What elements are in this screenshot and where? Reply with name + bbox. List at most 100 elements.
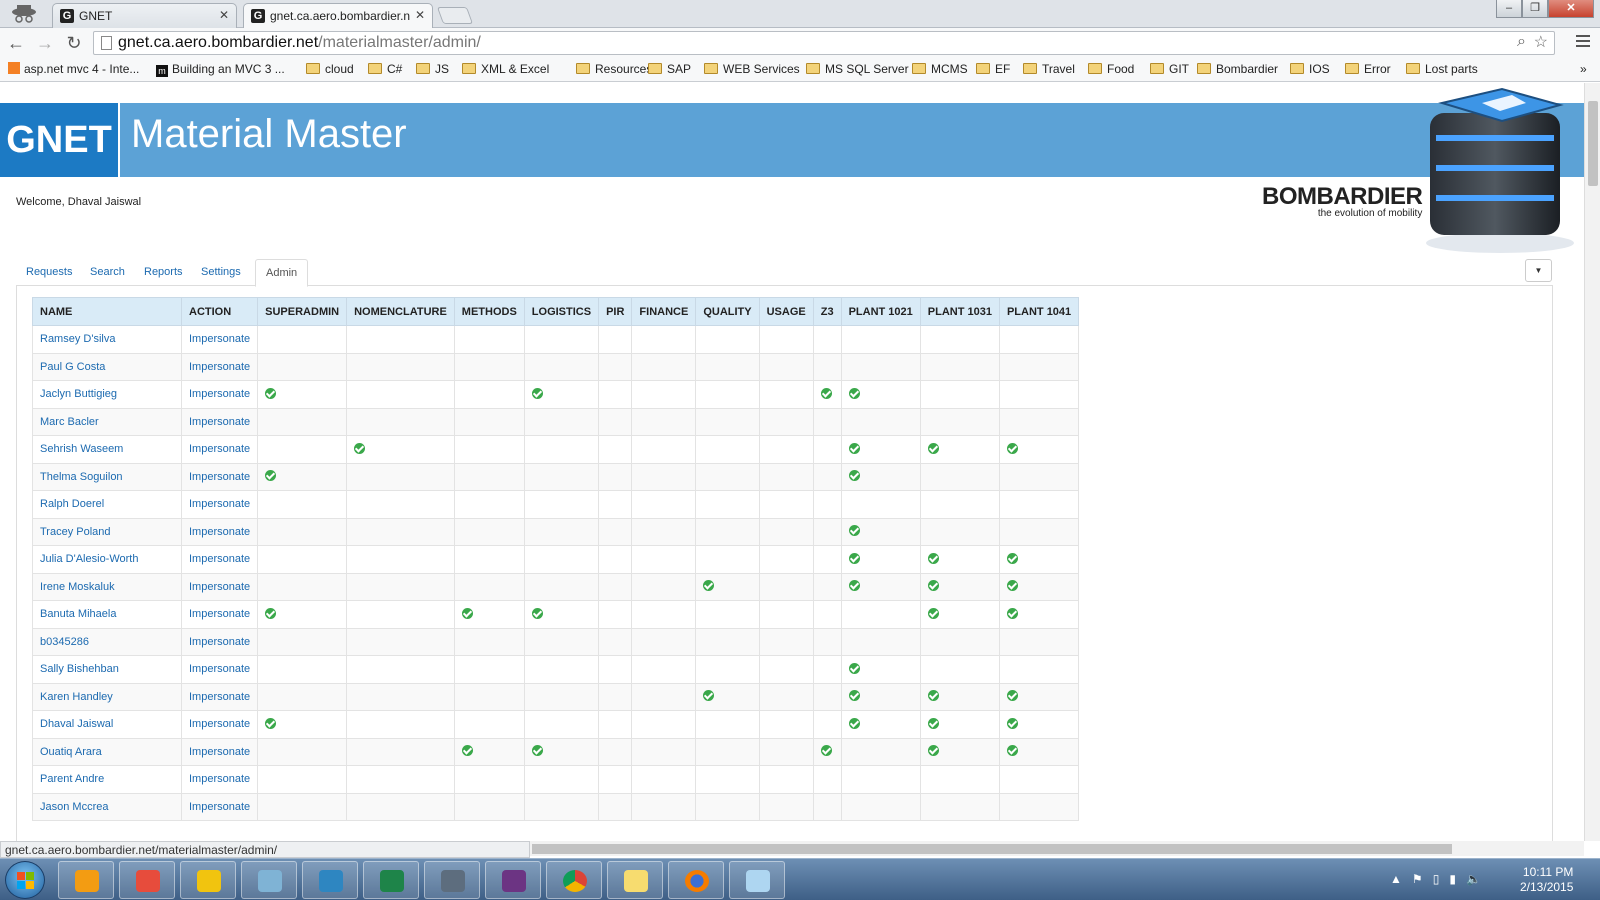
- bookmark-item[interactable]: Bombardier: [1197, 62, 1278, 76]
- windows-start-button[interactable]: [5, 861, 45, 899]
- column-header[interactable]: QUALITY: [695, 297, 760, 326]
- outlook-taskbar-button[interactable]: [180, 861, 236, 899]
- system-clock[interactable]: 10:11 PM 2/13/2015: [1520, 865, 1573, 895]
- minimize-button[interactable]: –: [1496, 0, 1522, 18]
- column-header[interactable]: PIR: [598, 297, 633, 326]
- new-tab-button[interactable]: [436, 7, 474, 24]
- impersonate-link[interactable]: Impersonate: [180, 655, 259, 684]
- bookmark-item[interactable]: Travel: [1023, 62, 1075, 76]
- bookmark-item[interactable]: cloud: [306, 62, 354, 76]
- bookmark-item[interactable]: EF: [976, 62, 1010, 76]
- column-header[interactable]: PLANT 1021: [840, 297, 921, 326]
- tab-admin[interactable]: Admin: [255, 259, 309, 287]
- close-tab-icon[interactable]: ✕: [219, 8, 229, 22]
- gnet-logo[interactable]: GNET: [0, 103, 120, 177]
- impersonate-link[interactable]: Impersonate: [180, 682, 259, 711]
- chrome-taskbar-button[interactable]: [546, 861, 602, 899]
- impersonate-link[interactable]: Impersonate: [180, 600, 259, 629]
- bookmark-item[interactable]: SAP: [648, 62, 691, 76]
- user-name-link[interactable]: b0345286: [32, 627, 182, 656]
- impersonate-link[interactable]: Impersonate: [180, 517, 259, 546]
- bookmark-item[interactable]: Lost parts: [1406, 62, 1478, 76]
- user-name-link[interactable]: Karen Handley: [32, 682, 182, 711]
- user-name-link[interactable]: Marc Bacler: [32, 407, 182, 436]
- bookmark-item[interactable]: MS SQL Server: [806, 62, 909, 76]
- flag-icon[interactable]: ⚑: [1412, 872, 1423, 886]
- excel-taskbar-button[interactable]: [363, 861, 419, 899]
- column-header[interactable]: USAGE: [758, 297, 814, 326]
- git-taskbar-button[interactable]: [119, 861, 175, 899]
- bookmark-item[interactable]: Error: [1345, 62, 1391, 76]
- column-header[interactable]: PLANT 1041: [998, 297, 1080, 326]
- column-header[interactable]: LOGISTICS: [523, 297, 600, 326]
- impersonate-link[interactable]: Impersonate: [180, 407, 259, 436]
- menu-icon[interactable]: [1576, 35, 1590, 49]
- impersonate-link[interactable]: Impersonate: [180, 435, 259, 464]
- bookmark-item[interactable]: MCMS: [912, 62, 968, 76]
- user-name-link[interactable]: Jason Mccrea: [32, 792, 182, 821]
- bookmark-item[interactable]: JS: [416, 62, 449, 76]
- user-name-link[interactable]: Ramsey D'silva: [32, 325, 182, 354]
- tools-taskbar-button[interactable]: [424, 861, 480, 899]
- vm-taskbar-button[interactable]: [485, 861, 541, 899]
- impersonate-link[interactable]: Impersonate: [180, 545, 259, 574]
- bookmark-item[interactable]: asp.net mvc 4 - Inte...: [8, 62, 139, 76]
- bookmark-item[interactable]: GIT: [1150, 62, 1189, 76]
- window-close-button[interactable]: ✕: [1548, 0, 1594, 18]
- user-name-link[interactable]: Banuta Mihaela: [32, 600, 182, 629]
- impersonate-link[interactable]: Impersonate: [180, 380, 259, 409]
- remote-desktop-taskbar-button[interactable]: [302, 861, 358, 899]
- impersonate-link[interactable]: Impersonate: [180, 627, 259, 656]
- user-name-link[interactable]: Jaclyn Buttigieg: [32, 380, 182, 409]
- impersonate-link[interactable]: Impersonate: [180, 352, 259, 381]
- bookmark-item[interactable]: Food: [1088, 62, 1134, 76]
- notepad-taskbar-button[interactable]: [241, 861, 297, 899]
- user-name-link[interactable]: Dhaval Jaiswal: [32, 710, 182, 739]
- media-player-taskbar-button[interactable]: [58, 861, 114, 899]
- impersonate-link[interactable]: Impersonate: [180, 325, 259, 354]
- column-header[interactable]: NOMENCLATURE: [346, 297, 455, 326]
- user-name-link[interactable]: Paul G Costa: [32, 352, 182, 381]
- tab-reports[interactable]: Reports: [134, 259, 193, 287]
- back-arrow-icon[interactable]: ←: [5, 32, 27, 54]
- user-name-link[interactable]: Sally Bishehban: [32, 655, 182, 684]
- column-header[interactable]: ACTION: [180, 297, 259, 326]
- user-name-link[interactable]: Irene Moskaluk: [32, 572, 182, 601]
- impersonate-link[interactable]: Impersonate: [180, 490, 259, 519]
- impersonate-link[interactable]: Impersonate: [180, 765, 259, 794]
- column-header[interactable]: Z3: [812, 297, 842, 326]
- user-name-link[interactable]: Thelma Soguilon: [32, 462, 182, 491]
- scrollbar-thumb[interactable]: [1588, 101, 1598, 186]
- address-bar[interactable]: gnet.ca.aero.bombardier.net/materialmast…: [93, 31, 1555, 55]
- reload-icon[interactable]: ↻: [63, 32, 85, 54]
- horizontal-scrollbar[interactable]: [530, 841, 1584, 856]
- network-icon[interactable]: ▮: [1449, 872, 1456, 886]
- user-name-link[interactable]: Julia D'Alesio-Worth: [32, 545, 182, 574]
- impersonate-link[interactable]: Impersonate: [180, 710, 259, 739]
- bookmark-item[interactable]: Resources: [576, 62, 652, 76]
- paint-taskbar-button[interactable]: [729, 861, 785, 899]
- tab-search[interactable]: Search: [80, 259, 135, 287]
- column-header[interactable]: NAME: [32, 297, 182, 326]
- more-bookmarks-icon[interactable]: »: [1580, 62, 1587, 76]
- scrollbar-thumb[interactable]: [532, 844, 1452, 854]
- impersonate-link[interactable]: Impersonate: [180, 737, 259, 766]
- search-icon[interactable]: ⌕: [1517, 33, 1526, 51]
- user-name-link[interactable]: Sehrish Waseem: [32, 435, 182, 464]
- user-name-link[interactable]: Ouatiq Arara: [32, 737, 182, 766]
- firefox-taskbar-button[interactable]: [668, 861, 724, 899]
- show-hidden-icons-icon[interactable]: ▲: [1390, 872, 1402, 886]
- close-tab-icon[interactable]: ✕: [415, 8, 425, 22]
- bookmark-item[interactable]: WEB Services: [704, 62, 800, 76]
- browser-tab-admin[interactable]: G gnet.ca.aero.bombardier.n ✕: [243, 3, 433, 28]
- user-name-link[interactable]: Tracey Poland: [32, 517, 182, 546]
- volume-icon[interactable]: 🔈: [1466, 872, 1481, 886]
- bookmark-item[interactable]: m Building an MVC 3 ...: [156, 62, 285, 77]
- column-header[interactable]: SUPERADMIN: [257, 297, 348, 326]
- tab-requests[interactable]: Requests: [16, 259, 82, 287]
- column-header[interactable]: FINANCE: [631, 297, 697, 326]
- battery-icon[interactable]: ▯: [1433, 872, 1440, 886]
- star-bookmark-icon[interactable]: ☆: [1534, 32, 1548, 52]
- bookmark-item[interactable]: IOS: [1290, 62, 1330, 76]
- impersonate-link[interactable]: Impersonate: [180, 572, 259, 601]
